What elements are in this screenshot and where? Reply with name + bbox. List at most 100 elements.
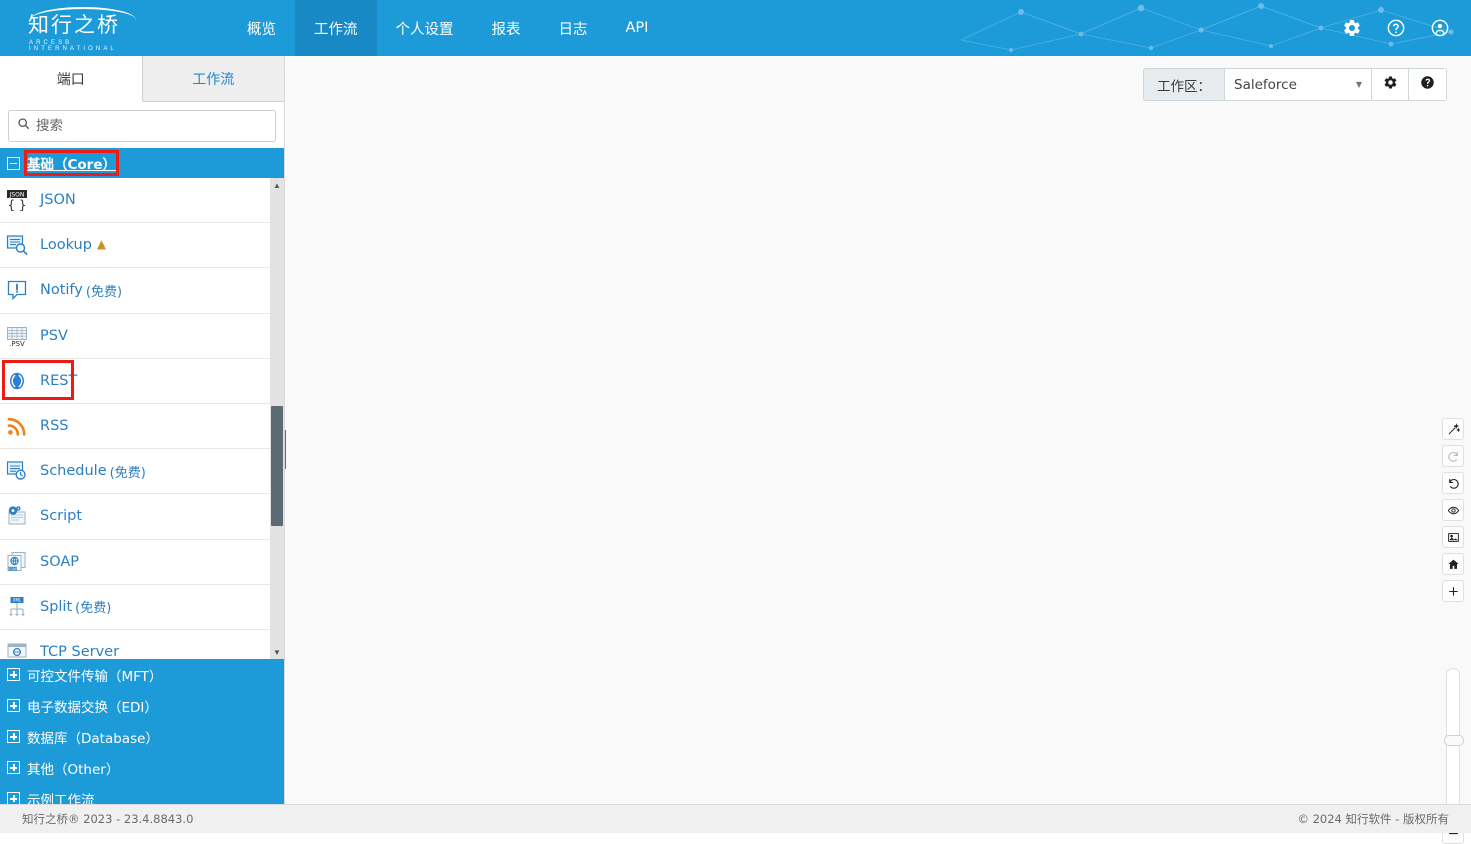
list-item[interactable]: .PSV PSV — [0, 314, 284, 359]
category-other[interactable]: 其他（Other） — [0, 752, 284, 783]
list-item[interactable]: Lookup ▲ — [0, 223, 284, 268]
collapsed-category-list: 可控文件传输（MFT） 电子数据交换（EDI） 数据库（Database） 其他… — [0, 659, 284, 814]
expand-plus-icon[interactable] — [7, 699, 20, 712]
footer-copyright-text: © 2024 知行软件 - 版权所有 — [1297, 811, 1449, 827]
rss-icon — [4, 413, 30, 439]
list-item-label: Split (免费) — [40, 597, 111, 616]
magic-wand-icon[interactable] — [1442, 418, 1464, 440]
workspace-select[interactable]: Saleforce ▼ — [1224, 69, 1372, 100]
expand-plus-icon[interactable] — [7, 668, 20, 681]
main-navigation: 概览 工作流 个人设置 报表 日志 API — [228, 0, 667, 56]
nav-logs[interactable]: 日志 — [540, 0, 607, 56]
gear-icon — [1383, 75, 1398, 95]
split-icon: XML — [4, 594, 30, 620]
schedule-icon — [4, 458, 30, 484]
list-item-label: JSON — [40, 192, 76, 208]
workspace-settings-button[interactable] — [1372, 69, 1409, 100]
eye-icon[interactable] — [1442, 499, 1464, 521]
category-mft[interactable]: 可控文件传输（MFT） — [0, 659, 284, 690]
nav-workflow[interactable]: 工作流 — [295, 0, 377, 56]
list-item[interactable]: JSON { } JSON — [0, 178, 284, 223]
expand-plus-icon[interactable] — [7, 761, 20, 774]
workflow-canvas[interactable]: 工作区： Saleforce ▼ — [286, 56, 1471, 804]
list-item-label: PSV — [40, 328, 68, 344]
list-item-label: Lookup ▲ — [40, 237, 106, 253]
help-circle-icon[interactable] — [1385, 17, 1407, 39]
port-name: Schedule — [40, 463, 107, 479]
workspace-toolbar: 工作区： Saleforce ▼ — [1143, 68, 1447, 101]
list-item[interactable]: SOAP SOAP — [0, 540, 284, 585]
undo-icon[interactable] — [1442, 472, 1464, 494]
script-icon — [4, 503, 30, 529]
search-input[interactable] — [36, 118, 267, 134]
port-list-scrollbar[interactable]: ▲ ▼ — [270, 178, 284, 659]
category-label: 数据库（Database） — [27, 727, 159, 747]
list-item-label: TCP Server — [40, 644, 119, 659]
panel-tabs: 端口 工作流 — [0, 56, 284, 102]
app-footer: 知行之桥® 2023 - 23.4.8843.0 © 2024 知行软件 - 版… — [0, 804, 1471, 833]
nav-profile-settings[interactable]: 个人设置 — [377, 0, 473, 56]
expand-plus-icon[interactable] — [7, 730, 20, 743]
list-item-label: REST — [40, 373, 77, 389]
port-name: SOAP — [40, 554, 79, 570]
search-box[interactable] — [8, 110, 276, 142]
category-label: 其他（Other） — [27, 758, 119, 778]
scroll-down-arrow[interactable]: ▼ — [270, 645, 284, 659]
category-core-label: 基础（Core） — [27, 153, 116, 173]
port-name: REST — [40, 373, 77, 389]
chevron-down-icon: ▼ — [1356, 80, 1362, 89]
notify-icon — [4, 277, 30, 303]
json-icon: JSON { } — [4, 187, 30, 213]
list-item-label: Script — [40, 508, 82, 524]
account-icon[interactable] — [1429, 17, 1451, 39]
scrollbar-thumb[interactable] — [271, 406, 283, 526]
list-item-label: SOAP — [40, 554, 79, 570]
list-item[interactable]: TCP Server — [0, 630, 284, 659]
port-name: Notify — [40, 282, 83, 298]
header-icon-group — [1341, 0, 1451, 56]
port-name: Lookup — [40, 237, 92, 253]
zoom-slider[interactable] — [1446, 668, 1460, 816]
list-item[interactable]: REST — [0, 359, 284, 404]
port-name: Split — [40, 599, 72, 615]
zoom-in-icon[interactable] — [1442, 580, 1464, 602]
nav-reports[interactable]: 报表 — [473, 0, 540, 56]
list-item[interactable]: Notify (免费) — [0, 268, 284, 313]
port-list[interactable]: JSON { } JSON Lookup ▲ — [0, 178, 284, 659]
list-item-label: RSS — [40, 418, 68, 434]
category-database[interactable]: 数据库（Database） — [0, 721, 284, 752]
redo-icon[interactable] — [1442, 445, 1464, 467]
list-item[interactable]: XML Split (免费) — [0, 585, 284, 630]
category-core-header[interactable]: 基础（Core） — [0, 148, 284, 178]
category-label: 电子数据交换（EDI） — [27, 696, 158, 716]
search-icon — [17, 117, 30, 135]
gear-icon[interactable] — [1341, 17, 1363, 39]
category-edi[interactable]: 电子数据交换（EDI） — [0, 690, 284, 721]
list-item[interactable]: RSS — [0, 404, 284, 449]
home-icon[interactable] — [1442, 553, 1464, 575]
search-container — [0, 102, 284, 148]
app-logo[interactable]: 知行之桥 ARCESB INTERNATIONAL — [18, 5, 148, 51]
collapse-minus-icon[interactable] — [7, 157, 20, 170]
psv-icon: .PSV — [4, 323, 30, 349]
port-suffix: (免费) — [110, 462, 146, 481]
logo-english-text: ARCESB INTERNATIONAL — [29, 40, 148, 52]
workspace-selected-value: Saleforce — [1234, 77, 1297, 93]
list-item[interactable]: Script — [0, 494, 284, 539]
workspace-label: 工作区： — [1144, 69, 1224, 100]
tab-workflows[interactable]: 工作流 — [143, 56, 285, 101]
lookup-icon — [4, 232, 30, 258]
nav-api[interactable]: API — [607, 0, 668, 56]
canvas-tool-strip — [1442, 418, 1464, 602]
list-item[interactable]: Schedule (免费) — [0, 449, 284, 494]
workspace-help-button[interactable] — [1409, 69, 1446, 100]
scroll-up-arrow[interactable]: ▲ — [270, 178, 284, 192]
port-suffix: (免费) — [86, 281, 122, 300]
port-name: PSV — [40, 328, 68, 344]
tcp-server-icon — [4, 639, 30, 659]
image-export-icon[interactable] — [1442, 526, 1464, 548]
tab-ports[interactable]: 端口 — [0, 56, 143, 102]
zoom-slider-handle[interactable] — [1444, 735, 1464, 746]
svg-text:.PSV: .PSV — [9, 340, 25, 348]
nav-overview[interactable]: 概览 — [228, 0, 295, 56]
